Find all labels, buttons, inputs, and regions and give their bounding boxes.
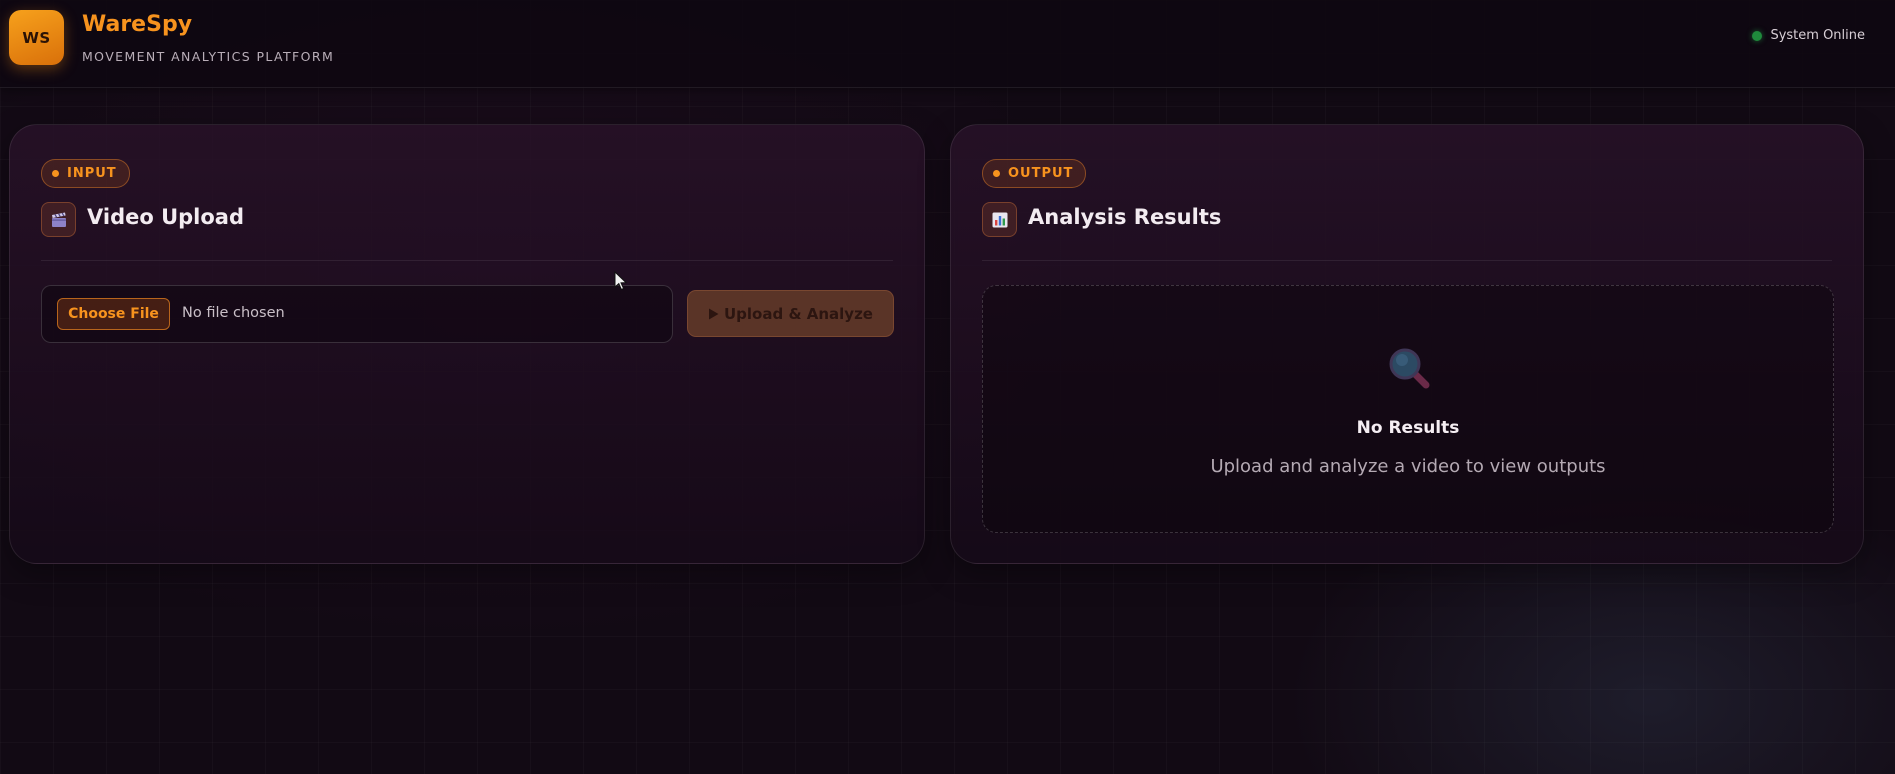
- brand-subtitle: MOVEMENT ANALYTICS PLATFORM: [82, 49, 335, 64]
- clapperboard-icon: [41, 202, 76, 237]
- file-name-label: No file chosen: [182, 305, 285, 321]
- upload-analyze-label: Upload & Analyze: [724, 304, 873, 323]
- logo[interactable]: WS: [9, 10, 64, 65]
- tag-dot-icon: [52, 170, 59, 177]
- status-dot-icon: [1752, 30, 1763, 41]
- file-input[interactable]: Choose File No file chosen: [41, 285, 673, 343]
- divider: [41, 260, 893, 261]
- bar-chart-icon: [982, 202, 1017, 237]
- results-empty-state: No Results Upload and analyze a video to…: [982, 285, 1834, 533]
- input-tag: INPUT: [41, 159, 130, 188]
- magnifier-icon: [1389, 348, 1430, 389]
- empty-message: Upload and analyze a video to view outpu…: [1210, 456, 1606, 477]
- output-panel: OUTPUT Analysis Results No Results Uploa…: [950, 124, 1864, 564]
- upload-analyze-button[interactable]: Upload & Analyze: [687, 290, 894, 337]
- input-panel: INPUT Video Upload Choose File No file c…: [9, 124, 925, 564]
- output-panel-title: Analysis Results: [1028, 205, 1222, 229]
- mouse-cursor-icon: [614, 271, 628, 291]
- tag-dot-icon: [993, 170, 1000, 177]
- output-tag-label: OUTPUT: [1008, 166, 1074, 181]
- input-panel-title: Video Upload: [87, 205, 245, 229]
- app-header: WS WareSpy MOVEMENT ANALYTICS PLATFORM S…: [0, 0, 1895, 88]
- input-tag-label: INPUT: [67, 166, 117, 181]
- brand-title: WareSpy: [82, 12, 193, 37]
- system-status: System Online: [1752, 28, 1865, 43]
- choose-file-button[interactable]: Choose File: [57, 298, 170, 330]
- status-text: System Online: [1770, 28, 1865, 43]
- play-icon: [709, 308, 719, 319]
- output-tag: OUTPUT: [982, 159, 1087, 188]
- empty-title: No Results: [1356, 418, 1460, 438]
- divider: [982, 260, 1832, 261]
